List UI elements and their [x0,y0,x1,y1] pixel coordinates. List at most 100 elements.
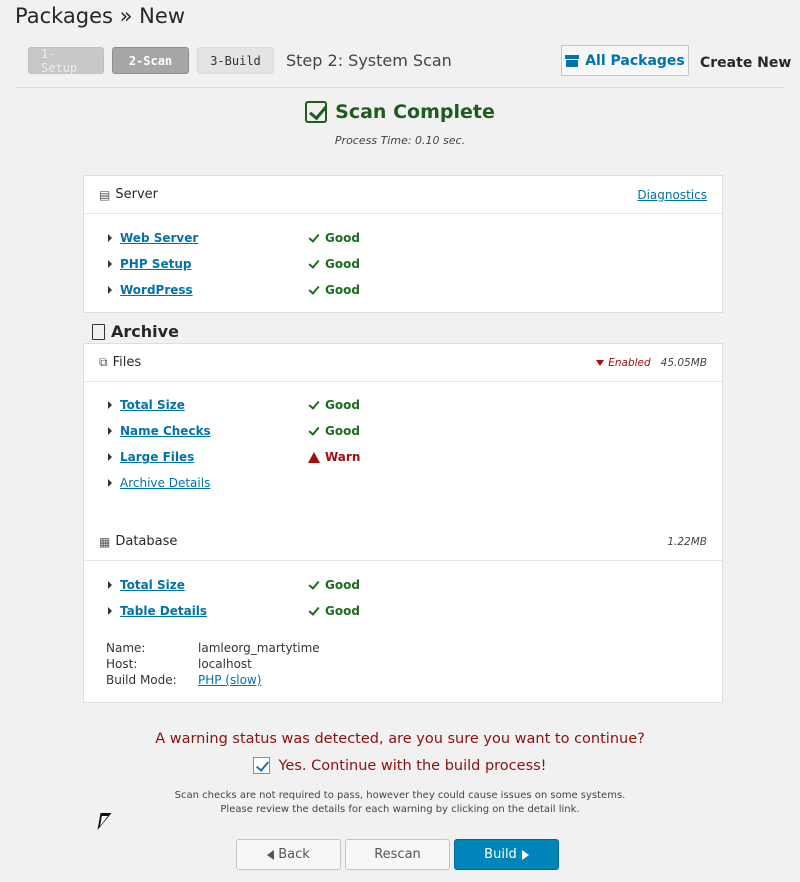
scan-row-wordpress[interactable]: WordPress Good [108,280,360,300]
header-divider [15,87,785,88]
confirm-checkbox[interactable] [253,757,271,774]
warning-message: A warning status was detected, are you s… [155,731,645,747]
rescan-label: Rescan [374,847,421,862]
step-indicator: 1-Setup 2-Scan 3-Build Step 2: System Sc… [28,47,452,75]
caret-right-icon [108,607,112,615]
db-name-value: lamleorg_martytime [198,641,320,655]
scan-complete-label: Scan Complete [335,101,495,123]
diagnostics-link[interactable]: Diagnostics [637,188,707,202]
step-build: 3-Build [197,47,274,74]
server-title: Server [115,187,158,202]
caret-right-icon [108,427,112,435]
all-packages-label: All Packages [585,52,685,69]
caret-right-icon [521,849,529,860]
scan-row-label[interactable]: Web Server [120,231,308,245]
confirm-label[interactable]: Yes. Continue with the build process! [278,758,546,774]
scan-note: Scan checks are not required to pass, ho… [0,789,800,817]
caret-right-icon [108,581,112,589]
database-size: 1.22MB [667,535,707,548]
check-icon [308,603,320,616]
scan-row-php-setup[interactable]: PHP Setup Good [108,254,360,274]
database-header: ▦ Database 1.22MB [84,523,722,561]
caret-left-icon [267,849,275,860]
caret-right-icon [108,286,112,294]
build-button[interactable]: Build [454,839,559,870]
scan-row-large-files[interactable]: Large Files Warn [108,447,360,467]
process-time: Process Time: 0.10 sec. [334,134,466,147]
scan-row-label[interactable]: WordPress [120,283,308,297]
scan-row-label[interactable]: Total Size [120,578,308,592]
check-icon [308,230,320,243]
scan-note-line2: Please review the details for each warni… [220,804,580,815]
status-good: Good [308,423,360,438]
scan-row-label[interactable]: Large Files [120,450,308,464]
db-mode-key: Build Mode: [106,673,177,687]
check-square-icon [305,101,328,123]
create-new-link[interactable]: Create New [700,55,791,71]
page-title: Packages » New [15,4,185,28]
caret-right-icon [108,234,112,242]
files-header: ⧉ Files Enabled 45.05MB [84,344,722,382]
archive-title-label: Archive [111,322,179,341]
rescan-button[interactable]: Rescan [345,839,450,870]
files-size: 45.05MB [660,356,707,369]
status-warn: Warn [308,450,360,464]
scan-row-db-total-size[interactable]: Total Size Good [108,575,360,595]
status-good: Good [308,577,360,592]
files-icon: ⧉ [99,355,108,369]
step-label: Step 2: System Scan [286,51,452,70]
db-mode-row: Build Mode: PHP (slow) [106,673,261,687]
status-good: Good [308,282,360,297]
step-setup: 1-Setup [28,47,104,75]
status-good: Good [308,397,360,412]
caret-right-icon [108,401,112,409]
scan-note-line1: Scan checks are not required to pass, ho… [174,790,626,801]
scan-row-total-size[interactable]: Total Size Good [108,395,360,415]
back-button[interactable]: Back [236,839,341,870]
check-icon [308,397,320,410]
build-label: Build [484,847,517,862]
scan-row-label[interactable]: PHP Setup [120,257,308,271]
back-label: Back [278,847,310,862]
check-icon [308,423,320,436]
db-name-row: Name: lamleorg_martytime [106,641,320,655]
archive-panel: ⧉ Files Enabled 45.05MB Total Size Good … [83,343,723,703]
status-good: Good [308,256,360,271]
check-icon [308,577,320,590]
scan-row-table-details[interactable]: Table Details Good [108,601,360,621]
file-archive-icon [92,323,105,340]
filter-enabled-badge: Enabled [596,357,651,369]
check-icon [308,282,320,295]
build-mode-link[interactable]: PHP (slow) [198,673,261,687]
caret-right-icon [108,479,112,487]
db-host-value: localhost [198,657,252,671]
scan-row-label[interactable]: Name Checks [120,424,308,438]
archive-box-icon [565,54,580,67]
caret-right-icon [108,453,112,461]
confirm-continue[interactable]: Yes. Continue with the build process! [0,757,800,774]
scan-row-web-server[interactable]: Web Server Good [108,228,360,248]
scan-row-label[interactable]: Table Details [120,604,308,618]
archive-title: Archive [92,322,179,341]
table-icon: ▦ [99,534,111,549]
server-icon: ▤ [99,187,111,202]
check-icon [308,256,320,269]
filter-icon [596,359,605,366]
scan-row-name-checks[interactable]: Name Checks Good [108,421,360,441]
db-host-row: Host: localhost [106,657,252,671]
status-good: Good [308,603,360,618]
scan-row-label[interactable]: Total Size [120,398,308,412]
database-title: Database [115,534,178,549]
all-packages-button[interactable]: All Packages [561,45,689,76]
status-good: Good [308,230,360,245]
server-panel: ▤ Server Diagnostics Web Server Good PHP… [83,175,723,313]
files-title: Files [112,355,142,370]
archive-details-link[interactable]: Archive Details [120,476,308,490]
db-host-key: Host: [106,657,138,671]
step-scan: 2-Scan [112,47,189,74]
archive-details-row[interactable]: Archive Details [108,473,308,493]
warning-icon [308,451,320,463]
db-name-key: Name: [106,641,146,655]
server-panel-header: ▤ Server Diagnostics [84,176,722,214]
caret-right-icon [108,260,112,268]
